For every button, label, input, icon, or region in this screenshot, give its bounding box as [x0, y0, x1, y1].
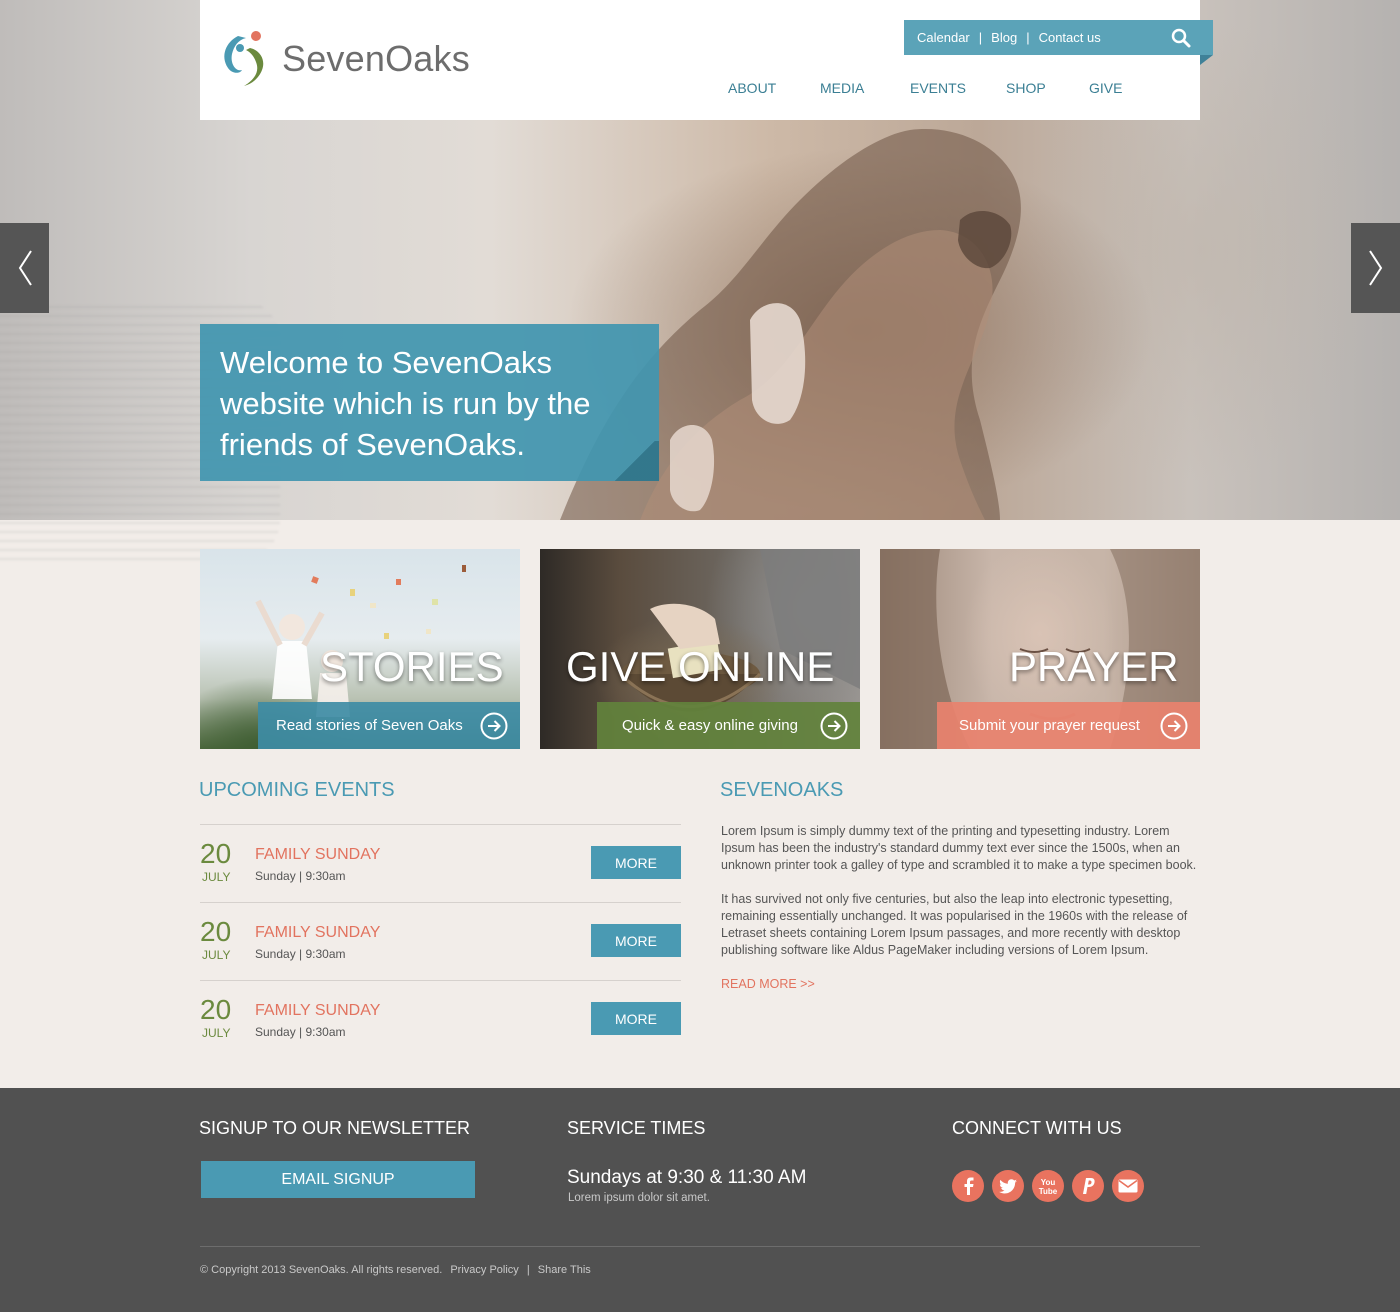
event-name[interactable]: FAMILY SUNDAY [255, 1002, 380, 1020]
service-times-title: SERVICE TIMES [567, 1118, 706, 1138]
copyright-text: © Copyright 2013 SevenOaks. All rights r… [200, 1264, 443, 1276]
sevenoaks-logo-icon[interactable] [216, 28, 276, 88]
tile-title-stories: STORIES [320, 643, 504, 690]
event-item: 20 JULY FAMILY SUNDAY Sunday | 9:30am MO… [200, 980, 681, 1058]
paypal-icon[interactable] [1072, 1170, 1104, 1202]
nav-media[interactable]: MEDIA [820, 80, 910, 96]
circle-arrow-icon [820, 712, 848, 740]
welcome-banner: Welcome to SevenOaks website which is ru… [200, 324, 659, 481]
email-icon[interactable] [1112, 1170, 1144, 1202]
service-note: Lorem ipsum dolor sit amet. [568, 1192, 710, 1204]
top-link-contact[interactable]: Contact us [1039, 30, 1101, 45]
about-paragraph: Lorem Ipsum is simply dummy text of the … [721, 824, 1197, 872]
chevron-left-icon [18, 250, 32, 286]
top-links-bar: Calendar | Blog | Contact us [904, 20, 1200, 55]
nav-shop[interactable]: SHOP [1006, 80, 1089, 96]
tile-link-stories[interactable]: Read stories of Seven Oaks [258, 702, 520, 749]
event-more-button[interactable]: MORE [591, 846, 681, 879]
about-text: Lorem Ipsum is simply dummy text of the … [721, 823, 1201, 993]
event-month: JULY [202, 870, 231, 884]
top-link-blog[interactable]: Blog [991, 30, 1017, 45]
tile-title-give-online: GIVE ONLINE [566, 643, 835, 690]
tile-link-label: Read stories of Seven Oaks [276, 717, 463, 734]
event-name[interactable]: FAMILY SUNDAY [255, 924, 380, 942]
main-nav: ABOUT MEDIA EVENTS SHOP GIVE [728, 80, 1149, 96]
event-time: Sunday | 9:30am [255, 947, 346, 961]
feature-tile-give-online[interactable]: GIVE ONLINE Quick & easy online giving [540, 549, 860, 749]
social-links: You Tube [952, 1170, 1152, 1202]
event-time: Sunday | 9:30am [255, 1025, 346, 1039]
event-item: 20 JULY FAMILY SUNDAY Sunday | 9:30am MO… [200, 902, 681, 980]
about-paragraph: It has survived not only five centuries,… [721, 892, 1188, 957]
welcome-banner-fold [610, 441, 659, 481]
separator: | [526, 1264, 530, 1276]
tile-title-prayer: PRAYER [1009, 643, 1179, 690]
event-time: Sunday | 9:30am [255, 869, 346, 883]
chevron-right-icon [1368, 250, 1382, 286]
event-more-button[interactable]: MORE [591, 924, 681, 957]
feature-tile-prayer[interactable]: PRAYER Submit your prayer request [880, 549, 1200, 749]
privacy-policy-link[interactable]: Privacy Policy [450, 1264, 518, 1276]
logo-text[interactable]: SevenOaks [282, 38, 470, 80]
search-icon[interactable] [1170, 27, 1192, 49]
site-footer: SIGNUP TO OUR NEWSLETTER EMAIL SIGNUP SE… [0, 1088, 1400, 1312]
slider-next-button[interactable] [1351, 223, 1400, 313]
tile-link-label: Submit your prayer request [959, 717, 1140, 734]
circle-arrow-icon [480, 712, 508, 740]
tile-link-prayer[interactable]: Submit your prayer request [937, 702, 1200, 749]
event-month: JULY [202, 1026, 231, 1040]
service-times-text: Sundays at 9:30 & 11:30 AM [567, 1167, 807, 1188]
event-more-button[interactable]: MORE [591, 1002, 681, 1035]
top-link-calendar[interactable]: Calendar [917, 30, 970, 45]
read-more-link[interactable]: READ MORE >> [721, 977, 815, 991]
footer-copyright: © Copyright 2013 SevenOaks. All rights r… [200, 1264, 591, 1276]
events-list: 20 JULY FAMILY SUNDAY Sunday | 9:30am MO… [200, 824, 681, 1058]
svg-text:You: You [1041, 1178, 1056, 1187]
upcoming-events-title: UPCOMING EVENTS [199, 779, 395, 801]
nav-events[interactable]: EVENTS [910, 80, 1006, 96]
event-day: 20 [200, 838, 232, 869]
separator: | [978, 30, 983, 45]
youtube-icon[interactable]: You Tube [1032, 1170, 1064, 1202]
nav-about[interactable]: ABOUT [728, 80, 820, 96]
event-item: 20 JULY FAMILY SUNDAY Sunday | 9:30am MO… [200, 824, 681, 902]
event-name[interactable]: FAMILY SUNDAY [255, 846, 380, 864]
slider-prev-button[interactable] [0, 223, 49, 313]
event-month: JULY [202, 948, 231, 962]
nav-give[interactable]: GIVE [1089, 80, 1149, 96]
facebook-icon[interactable] [952, 1170, 984, 1202]
tile-link-label: Quick & easy online giving [622, 717, 798, 734]
feature-tile-stories[interactable]: STORIES Read stories of Seven Oaks [200, 549, 520, 749]
separator: | [1026, 30, 1030, 45]
circle-arrow-icon [1160, 712, 1188, 740]
newsletter-title: SIGNUP TO OUR NEWSLETTER [199, 1118, 471, 1138]
event-day: 20 [200, 994, 232, 1025]
twitter-icon[interactable] [992, 1170, 1024, 1202]
tile-link-give-online[interactable]: Quick & easy online giving [597, 702, 860, 749]
connect-title: CONNECT WITH US [952, 1118, 1122, 1138]
svg-text:Tube: Tube [1039, 1187, 1058, 1196]
event-day: 20 [200, 916, 232, 947]
site-header: SevenOaks Calendar | Blog | Contact us A… [200, 0, 1213, 120]
about-title: SEVENOAKS [720, 779, 844, 801]
share-this-link[interactable]: Share This [538, 1264, 591, 1276]
email-signup-button[interactable]: EMAIL SIGNUP [201, 1161, 475, 1198]
footer-divider [200, 1246, 1200, 1247]
